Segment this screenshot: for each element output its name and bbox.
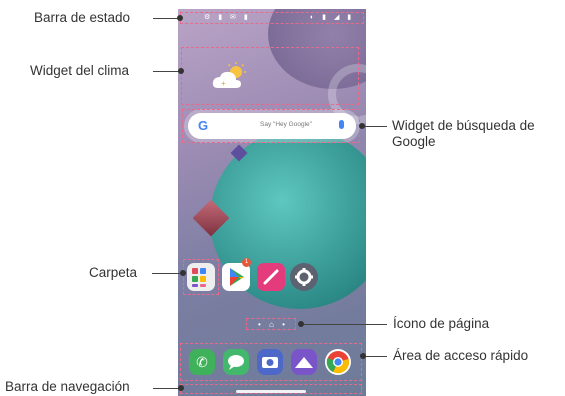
- folder-highlight: [183, 259, 219, 295]
- phone-icon[interactable]: ✆: [189, 349, 215, 375]
- status-bar-highlight: [180, 12, 364, 24]
- leader-status-bar: [153, 18, 179, 19]
- leader-quick-access: [363, 356, 387, 357]
- label-page-icon: Ícono de página: [393, 316, 490, 331]
- svg-text:+: +: [221, 79, 226, 88]
- camera-icon[interactable]: [257, 349, 283, 375]
- leader-folder: [152, 273, 183, 274]
- label-folder: Carpeta: [89, 265, 138, 280]
- home-gesture-bar[interactable]: [236, 390, 306, 393]
- page-indicator[interactable]: • ⌂ •: [258, 320, 288, 329]
- leader-dot-quick-access: [360, 353, 366, 359]
- leader-page-icon: [301, 324, 387, 325]
- label-status-bar: Barra de estado: [34, 10, 131, 25]
- play-store-icon[interactable]: [222, 263, 250, 291]
- pen-icon[interactable]: [257, 263, 285, 291]
- label-navigation-bar: Barra de navegación: [5, 379, 130, 394]
- leader-dot-search: [359, 123, 365, 129]
- leader-dot-status-bar: [177, 15, 183, 21]
- label-quick-access: Área de acceso rápido: [393, 348, 529, 363]
- label-google-search: Widget de búsqueda de Google: [392, 118, 535, 149]
- messages-icon[interactable]: [223, 349, 249, 375]
- search-widget-highlight: [182, 109, 360, 143]
- chrome-icon[interactable]: [325, 349, 351, 375]
- notification-badge: 1: [242, 258, 251, 267]
- phone-screen: ⚙ ▮ ✉ ▮ ◐ ▮ ◢ ▮ + G Say "Hey Google" 1 •…: [178, 9, 366, 396]
- leader-dot-page-icon: [298, 321, 304, 327]
- settings-icon[interactable]: [290, 263, 318, 291]
- leader-weather: [153, 71, 181, 72]
- gallery-icon[interactable]: [291, 349, 317, 375]
- leader-navigation: [153, 388, 181, 389]
- leader-dot-navigation: [178, 385, 184, 391]
- leader-dot-weather: [178, 68, 184, 74]
- weather-icon[interactable]: +: [212, 62, 246, 92]
- label-weather-widget: Widget del clima: [30, 63, 130, 78]
- weather-widget-highlight: [181, 47, 359, 105]
- leader-dot-folder: [180, 270, 186, 276]
